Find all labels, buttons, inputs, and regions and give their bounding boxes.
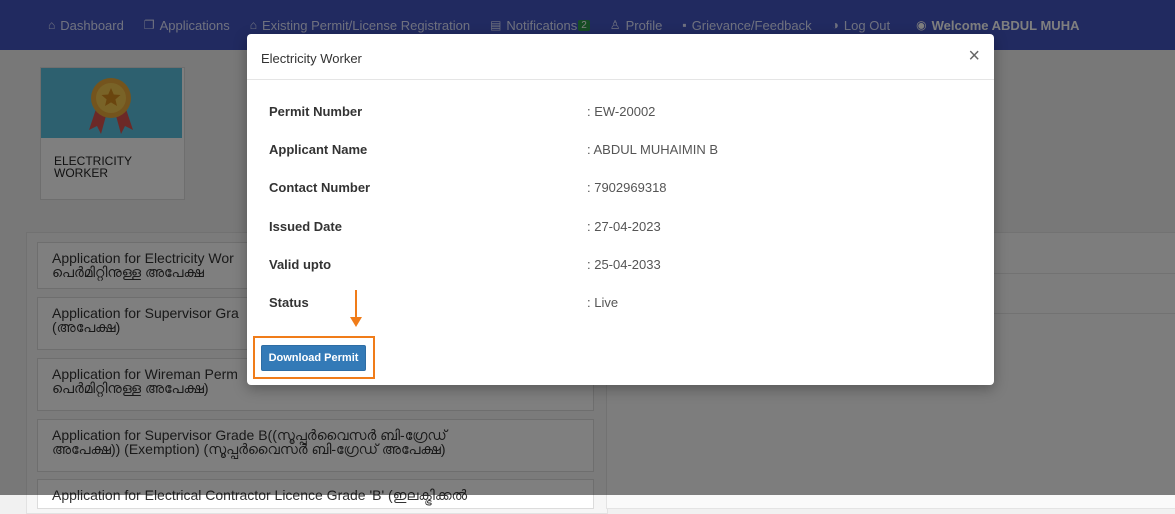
modal-title: Electricity Worker	[261, 51, 362, 66]
permit-details-modal: Electricity Worker × Permit Number : EW-…	[247, 34, 994, 385]
issued-date-value: : 27-04-2023	[587, 219, 661, 234]
applicant-name-value: : ABDUL MUHAIMIN B	[587, 142, 718, 157]
annotation-arrow-head	[350, 317, 362, 327]
contact-number-label: Contact Number	[269, 180, 371, 195]
issued-date-row: Issued Date : 27-04-2023	[247, 219, 994, 239]
valid-upto-value: : 25-04-2033	[587, 257, 661, 272]
permit-number-label: Permit Number	[269, 104, 363, 119]
permit-number-row: Permit Number : EW-20002	[247, 104, 994, 124]
status-row: Status : Live	[247, 295, 994, 315]
applicant-name-row: Applicant Name : ABDUL MUHAIMIN B	[247, 142, 994, 162]
permit-number-value: : EW-20002	[587, 104, 656, 119]
close-icon[interactable]: ×	[968, 46, 980, 66]
issued-date-label: Issued Date	[269, 219, 342, 234]
annotation-arrow	[355, 290, 357, 320]
contact-number-value: : 7902969318	[587, 180, 667, 195]
valid-upto-row: Valid upto : 25-04-2033	[247, 257, 994, 277]
status-label: Status	[269, 295, 309, 310]
contact-number-row: Contact Number : 7902969318	[247, 180, 994, 200]
applicant-name-label: Applicant Name	[269, 142, 368, 157]
download-permit-button[interactable]: Download Permit	[261, 345, 366, 371]
modal-header: Electricity Worker ×	[247, 34, 994, 80]
valid-upto-label: Valid upto	[269, 257, 332, 272]
status-value: : Live	[587, 295, 619, 310]
